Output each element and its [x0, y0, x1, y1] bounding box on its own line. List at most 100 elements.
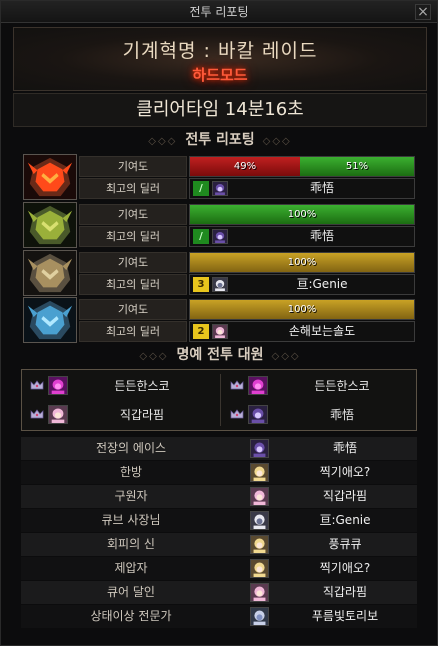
awards-list: 전장의 에이스 乖悟 한방 찍기애오? 구원자 직갑라핌 큐브 사장님 亘:Genie 회피의 … — [21, 437, 417, 629]
award-row[interactable]: 한방 찍기애오? — [21, 461, 417, 484]
best-dealer-label: 최고의 딜러 — [79, 321, 187, 342]
party-member-name: 든든한스코 — [114, 379, 170, 393]
award-title: 회피의 신 — [107, 537, 155, 551]
award-winner-name: 직갑라핌 — [322, 585, 368, 599]
party-member[interactable]: 든든한스코 — [22, 372, 218, 400]
contribution-label: 기여도 — [79, 299, 187, 320]
white-hair-avatar-icon — [250, 511, 269, 530]
dealer-name: 손해보는솔도 — [288, 324, 356, 338]
contribution-bar: 100% — [189, 299, 415, 320]
award-winner-name: 찍기애오? — [319, 465, 371, 479]
dark-mage-avatar-icon — [212, 229, 228, 244]
rank-icon: / — [193, 181, 209, 196]
boss-green-helmet-icon — [23, 202, 77, 248]
crown-icon — [30, 409, 44, 419]
best-dealer[interactable]: / 乖悟 — [189, 226, 415, 247]
party-divider — [220, 374, 221, 426]
contribution-segment: 100% — [190, 253, 414, 272]
award-row[interactable]: 전장의 에이스 乖悟 — [21, 437, 417, 460]
contribution-segment: 100% — [190, 300, 414, 319]
blonde-avatar-icon — [250, 535, 269, 554]
award-title: 전장의 에이스 — [95, 441, 167, 455]
award-row[interactable]: 구원자 직갑라핌 — [21, 485, 417, 508]
pink-hair-avatar-icon — [250, 487, 269, 506]
party-section-title: ◇◇◇ 명예 전투 대원 ◇◇◇ — [13, 344, 427, 366]
party-member[interactable]: 직갑라핌 — [22, 401, 218, 429]
party-heading: 명예 전투 대원 — [176, 347, 264, 363]
dark-mage-avatar-icon — [212, 181, 228, 196]
boss-row: 기여도 최고의 딜러 100% / 乖悟 — [23, 202, 415, 248]
award-row[interactable]: 회피의 신 풍큐큐 — [21, 533, 417, 556]
battle-report-heading: 전투 리포팅 — [185, 132, 255, 148]
close-button[interactable]: × — [415, 4, 431, 20]
boss-row: 기여도 최고의 딜러 100% 3 亘:Genie — [23, 250, 415, 296]
white-hair-avatar-icon — [212, 277, 228, 292]
blonde-avatar-icon — [250, 559, 269, 578]
crown-icon — [230, 409, 244, 419]
party-member[interactable]: 든든한스코 — [222, 372, 418, 400]
award-winner-name: 乖悟 — [332, 441, 357, 455]
rank-icon: 2 — [193, 324, 209, 339]
contribution-label: 기여도 — [79, 204, 187, 225]
crown-icon — [30, 380, 44, 390]
best-dealer-label: 최고의 딜러 — [79, 226, 187, 247]
contribution-label: 기여도 — [79, 252, 187, 273]
contribution-segment: 100% — [190, 205, 414, 224]
dark-mage-avatar-icon — [248, 405, 268, 424]
blonde-avatar-icon — [250, 463, 269, 482]
award-title: 상태이상 전문가 — [90, 609, 172, 623]
rank-icon: 3 — [193, 277, 209, 292]
boss-row: 기여도 최고의 딜러 100% 2 손해보는솔도 — [23, 297, 415, 343]
award-winner-name: 亘:Genie — [319, 513, 371, 527]
raid-header: 기계혁명 : 바칼 레이드 하드모드 — [13, 27, 427, 91]
dark-mage-avatar-icon — [250, 439, 269, 458]
magenta-creature-avatar-icon — [248, 376, 268, 395]
party-member-name: 든든한스코 — [314, 379, 370, 393]
award-row[interactable]: 큐어 달인 직갑라핌 — [21, 581, 417, 604]
contribution-segment: 51% — [300, 157, 414, 176]
award-winner-name: 풍큐큐 — [328, 537, 362, 551]
award-title: 한방 — [119, 465, 143, 479]
section-deco-left: ◇◇◇ — [139, 351, 169, 362]
award-winner-name: 찍기애오? — [319, 561, 371, 575]
award-row[interactable]: 상태이상 전문가 푸름빛토리보 — [21, 605, 417, 628]
award-row[interactable]: 제압자 찍기애오? — [21, 557, 417, 580]
silver-hair-avatar-icon — [250, 607, 269, 626]
award-winner-name: 푸름빛토리보 — [311, 609, 379, 623]
contribution-bar: 100% — [189, 252, 415, 273]
contribution-bar: 49% 51% — [189, 156, 415, 177]
party-member[interactable]: 乖悟 — [222, 401, 418, 429]
dealer-name: 乖悟 — [309, 229, 334, 243]
window-titlebar[interactable]: 전투 리포팅 × — [1, 1, 437, 23]
section-deco-right: ◇◇◇ — [271, 351, 301, 362]
best-dealer[interactable]: / 乖悟 — [189, 178, 415, 199]
pink-hair-avatar-icon — [212, 324, 228, 339]
contribution-label: 기여도 — [79, 156, 187, 177]
dealer-name: 亘:Genie — [296, 277, 348, 291]
boss-blue-helmet-icon — [23, 297, 77, 343]
party-member-name: 乖悟 — [329, 408, 354, 422]
dealer-name: 乖悟 — [309, 181, 334, 195]
pink-hair-avatar-icon — [48, 405, 68, 424]
party-member-name: 직갑라핌 — [119, 408, 165, 422]
best-dealer[interactable]: 2 손해보는솔도 — [189, 321, 415, 342]
magenta-creature-avatar-icon — [48, 376, 68, 395]
raid-name: 기계혁명 : 바칼 레이드 — [122, 40, 318, 62]
battle-report-window: 전투 리포팅 × 기계혁명 : 바칼 레이드 하드모드 클리어타임 14분16초… — [0, 0, 438, 646]
battle-report-section-title: ◇◇◇ 전투 리포팅 ◇◇◇ — [13, 129, 427, 151]
award-winner-name: 직갑라핌 — [322, 489, 368, 503]
contribution-bar: 100% — [189, 204, 415, 225]
boss-gold-helmet-icon — [23, 250, 77, 296]
award-title: 구원자 — [114, 489, 148, 503]
section-deco-right: ◇◇◇ — [262, 136, 292, 147]
best-dealer-label: 최고의 딜러 — [79, 274, 187, 295]
best-dealer[interactable]: 3 亘:Genie — [189, 274, 415, 295]
best-dealer-label: 최고의 딜러 — [79, 178, 187, 199]
window-title: 전투 리포팅 — [189, 5, 249, 19]
rank-icon: / — [193, 229, 209, 244]
boss-red-helmet-icon — [23, 154, 77, 200]
crown-icon — [230, 380, 244, 390]
award-row[interactable]: 큐브 사장님 亘:Genie — [21, 509, 417, 532]
clear-time: 클리어타임 14분16초 — [13, 93, 427, 127]
section-deco-left: ◇◇◇ — [148, 136, 178, 147]
